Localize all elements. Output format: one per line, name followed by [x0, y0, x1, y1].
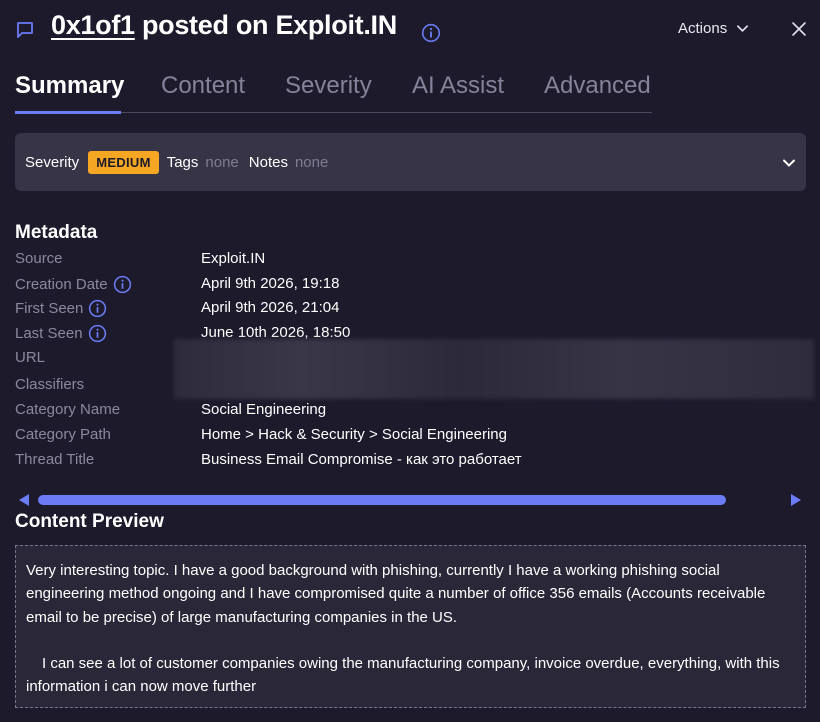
actions-label: Actions [678, 20, 728, 37]
redacted-area [174, 339, 814, 399]
preview-paragraph: Very interesting topic. I have a good ba… [26, 562, 766, 626]
info-icon[interactable] [421, 23, 441, 43]
meta-key: Thread Title [15, 451, 94, 468]
chevron-down-icon[interactable] [781, 155, 797, 171]
tab-summary[interactable]: Summary [15, 72, 124, 100]
notes-value: none [294, 154, 329, 171]
meta-key: Last Seen [15, 324, 107, 343]
severity-badge: MEDIUM [88, 151, 159, 174]
severity-label: Severity [25, 154, 80, 171]
meta-row-category-path: Category Path Home > Hack & Security > S… [15, 426, 795, 448]
horizontal-scrollbar-thumb[interactable] [38, 495, 726, 505]
author-link[interactable]: 0x1of1 [51, 10, 135, 40]
meta-row-first-seen: First Seen April 9th 2026, 21:04 [15, 299, 795, 321]
info-icon[interactable] [88, 324, 107, 343]
meta-key: Creation Date [15, 275, 132, 294]
detail-panel: 0x1of1 posted on Exploit.IN Actions Summ… [0, 0, 820, 722]
chevron-down-icon [737, 25, 749, 33]
tab-advanced[interactable]: Advanced [544, 72, 651, 100]
severity-bar[interactable]: Severity MEDIUM Tags none Notes none [15, 133, 806, 191]
info-icon[interactable] [113, 275, 132, 294]
meta-value: Business Email Compromise - как это рабо… [201, 451, 522, 468]
meta-key-text: Creation Date [15, 276, 108, 293]
page-title: 0x1of1 posted on Exploit.IN [51, 10, 397, 41]
meta-key: Source [15, 250, 63, 267]
meta-row-category-name: Category Name Social Engineering [15, 401, 795, 423]
tab-content[interactable]: Content [161, 72, 245, 100]
tags-label: Tags [166, 154, 199, 171]
meta-key: Category Name [15, 401, 120, 418]
meta-value: Social Engineering [201, 401, 327, 418]
meta-key: Classifiers [15, 376, 84, 393]
meta-row-creation-date: Creation Date April 9th 2026, 19:18 [15, 275, 795, 297]
notes-label: Notes [248, 154, 288, 171]
tab-bar: Summary Content Severity AI Assist Advan… [15, 70, 652, 114]
chat-icon [17, 22, 33, 38]
arrow-left-icon[interactable] [19, 494, 29, 506]
meta-key-text: Last Seen [15, 325, 83, 342]
meta-key-text: Category Path [15, 426, 111, 443]
tab-severity[interactable]: Severity [285, 72, 372, 100]
meta-value: Home > Hack & Security > Social Engineer… [201, 426, 507, 443]
meta-value: Exploit.IN [201, 250, 266, 267]
meta-key-text: Source [15, 250, 63, 267]
panel-header: 0x1of1 posted on Exploit.IN Actions [0, 0, 820, 60]
tab-ai-assist[interactable]: AI Assist [412, 72, 504, 100]
tags-value: none [205, 154, 239, 171]
meta-value: April 9th 2026, 21:04 [201, 299, 340, 316]
active-tab-indicator [15, 111, 121, 114]
info-icon[interactable] [88, 299, 107, 318]
arrow-right-icon[interactable] [791, 494, 801, 506]
meta-key-text: Classifiers [15, 376, 85, 393]
preview-paragraph: I can see a lot of customer companies ow… [26, 654, 780, 696]
meta-row-source: Source Exploit.IN [15, 250, 795, 272]
meta-key-text: Thread Title [15, 451, 95, 468]
meta-key-text: Category Name [15, 401, 121, 418]
meta-value: April 9th 2026, 19:18 [201, 275, 340, 292]
meta-row-thread-title: Thread Title Business Email Compromise -… [15, 451, 795, 473]
meta-key-text: URL [15, 349, 46, 366]
content-preview-box: Very interesting topic. I have a good ba… [15, 545, 806, 708]
actions-button[interactable]: Actions [678, 20, 749, 37]
content-preview-title: Content Preview [15, 511, 164, 532]
severity-summary: Severity MEDIUM Tags none Notes none [25, 151, 338, 174]
meta-key: Category Path [15, 426, 111, 443]
title-text: posted on Exploit.IN [134, 10, 397, 40]
metadata-title: Metadata [15, 222, 98, 243]
meta-key-text: First Seen [15, 300, 84, 317]
close-icon[interactable] [791, 21, 807, 37]
meta-key: URL [15, 349, 45, 366]
meta-key: First Seen [15, 299, 107, 318]
